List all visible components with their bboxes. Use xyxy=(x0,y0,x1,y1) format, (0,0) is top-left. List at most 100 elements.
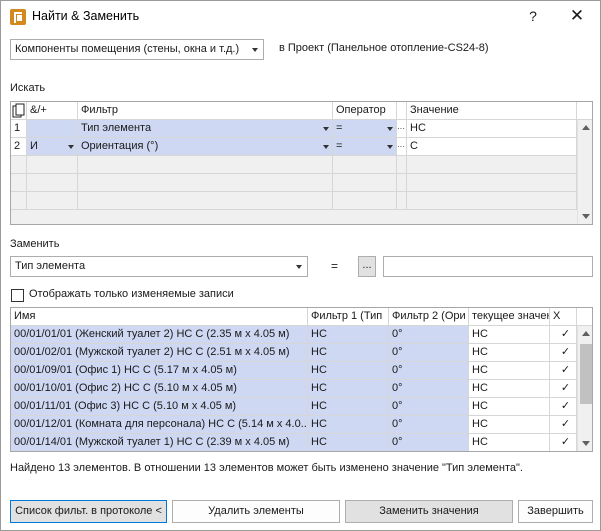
result-filter1: НС xyxy=(308,362,389,380)
search-row-1-value[interactable]: НС xyxy=(407,120,577,138)
header-spacer xyxy=(397,102,407,120)
search-row-1-filter-select[interactable]: Тип элемента xyxy=(78,120,333,138)
search-row-2-operator: = xyxy=(336,140,343,152)
category-select[interactable]: Компоненты помещения (стены, окна и т.д.… xyxy=(10,39,264,60)
search-row-1-operator-select[interactable]: = xyxy=(333,120,397,138)
close-button[interactable]: ✕ xyxy=(565,5,589,27)
chevron-down-icon xyxy=(387,145,393,149)
project-label: в Проект (Панельное отопление-CS24-8) xyxy=(279,42,489,54)
empty-cell xyxy=(397,174,407,192)
category-select-value: Компоненты помещения (стены, окна и т.д.… xyxy=(15,43,240,55)
result-filter1: НС xyxy=(308,380,389,398)
chevron-down-icon xyxy=(323,145,329,149)
empty-cell xyxy=(78,192,333,210)
search-row-1-browse[interactable]: ··· xyxy=(397,120,407,138)
result-filter1: НС xyxy=(308,344,389,362)
empty-cell xyxy=(333,156,397,174)
replace-values-button[interactable]: Заменить значения xyxy=(345,500,513,523)
delete-elements-button[interactable]: Удалить элементы xyxy=(172,500,340,523)
only-changed-label: Отображать только изменяемые записи xyxy=(29,288,234,300)
result-current: НС xyxy=(469,398,550,416)
scroll-up-icon[interactable] xyxy=(582,125,590,130)
find-replace-dialog: Найти & Заменить ? ✕ Компоненты помещени… xyxy=(0,0,601,531)
scroll-down-icon[interactable] xyxy=(582,441,590,446)
result-filter2: 0° xyxy=(389,434,469,451)
result-name: 00/01/14/01 (Мужской туалет 1) НС С (2.3… xyxy=(11,434,308,451)
empty-cell xyxy=(27,192,78,210)
empty-cell xyxy=(407,156,577,174)
finish-button[interactable]: Завершить xyxy=(518,500,593,523)
search-filter-grid: &/+ Фильтр Оператор Значение 1 Тип элеме… xyxy=(10,101,593,225)
title-bar: Найти & Заменить ? ✕ xyxy=(1,1,600,32)
result-check[interactable]: ✓ xyxy=(550,380,577,398)
empty-cell xyxy=(27,174,78,192)
empty-cell xyxy=(11,174,27,192)
search-row-2-andor: И xyxy=(30,140,38,152)
result-current: НС xyxy=(469,326,550,344)
header-value: Значение xyxy=(407,102,577,120)
result-current: НС xyxy=(469,416,550,434)
header-andor: &/+ xyxy=(27,102,78,120)
result-check[interactable]: ✓ xyxy=(550,416,577,434)
result-filter2: 0° xyxy=(389,344,469,362)
results-scrollbar[interactable] xyxy=(577,326,592,451)
search-row-2-filter-select[interactable]: Ориентация (°) xyxy=(78,138,333,156)
result-filter1: НС xyxy=(308,434,389,451)
help-button[interactable]: ? xyxy=(522,5,544,27)
replace-field-select[interactable]: Тип элемента xyxy=(10,256,308,277)
header-operator: Оператор xyxy=(333,102,397,120)
result-filter2: 0° xyxy=(389,416,469,434)
search-row-2-browse[interactable]: ··· xyxy=(397,138,407,156)
filter-list-button[interactable]: Список фильт. в протоколе < xyxy=(10,500,167,523)
result-filter1: НС xyxy=(308,326,389,344)
only-changed-checkbox[interactable] xyxy=(11,289,24,302)
result-name: 00/01/12/01 (Комната для персонала) НС С… xyxy=(11,416,308,434)
result-check[interactable]: ✓ xyxy=(550,344,577,362)
empty-cell xyxy=(11,156,27,174)
result-filter2: 0° xyxy=(389,380,469,398)
search-row-2-value[interactable]: С xyxy=(407,138,577,156)
search-row-1-num: 1 xyxy=(11,120,27,138)
result-name: 00/01/11/01 (Офис 3) НС С (5.10 м x 4.05… xyxy=(11,398,308,416)
new-filter-icon[interactable] xyxy=(11,102,27,120)
result-name: 00/01/01/01 (Женский туалет 2) НС С (2.3… xyxy=(11,326,308,344)
search-section-label: Искать xyxy=(10,82,46,94)
search-grid-scrollbar[interactable] xyxy=(577,120,592,224)
empty-cell xyxy=(78,156,333,174)
search-row-2-operator-select[interactable]: = xyxy=(333,138,397,156)
search-row-1-andor[interactable] xyxy=(27,120,78,138)
result-filter1: НС xyxy=(308,398,389,416)
empty-cell xyxy=(397,192,407,210)
header-filter: Фильтр xyxy=(78,102,333,120)
results-header-filter1: Фильтр 1 (Тип xyxy=(308,308,389,326)
empty-cell xyxy=(407,174,577,192)
result-filter2: 0° xyxy=(389,398,469,416)
result-check[interactable]: ✓ xyxy=(550,326,577,344)
results-header-filter2: Фильтр 2 (Ори xyxy=(389,308,469,326)
result-filter2: 0° xyxy=(389,362,469,380)
scroll-up-icon[interactable] xyxy=(582,331,590,336)
replace-section-label: Заменить xyxy=(10,238,60,250)
result-check[interactable]: ✓ xyxy=(550,434,577,451)
empty-cell xyxy=(333,192,397,210)
empty-cell xyxy=(78,174,333,192)
results-header-name: Имя xyxy=(11,308,308,326)
search-row-2-andor-select[interactable]: И xyxy=(27,138,78,156)
result-current: НС xyxy=(469,344,550,362)
result-check[interactable]: ✓ xyxy=(550,398,577,416)
replace-browse-button[interactable]: ... xyxy=(358,256,376,277)
scroll-thumb[interactable] xyxy=(580,344,592,404)
status-message: Найдено 13 элементов. В отношении 13 эле… xyxy=(10,462,523,474)
search-row-2-num: 2 xyxy=(11,138,27,156)
empty-cell xyxy=(27,156,78,174)
results-header-current: текущее значен xyxy=(469,308,550,326)
replace-value-input[interactable] xyxy=(383,256,593,277)
result-name: 00/01/10/01 (Офис 2) НС С (5.10 м x 4.05… xyxy=(11,380,308,398)
result-check[interactable]: ✓ xyxy=(550,362,577,380)
result-name: 00/01/02/01 (Мужской туалет 2) НС С (2.5… xyxy=(11,344,308,362)
search-row-2-filter: Ориентация (°) xyxy=(81,140,159,152)
empty-cell xyxy=(397,156,407,174)
scroll-down-icon[interactable] xyxy=(582,214,590,219)
result-filter2: 0° xyxy=(389,326,469,344)
chevron-down-icon xyxy=(296,265,302,269)
